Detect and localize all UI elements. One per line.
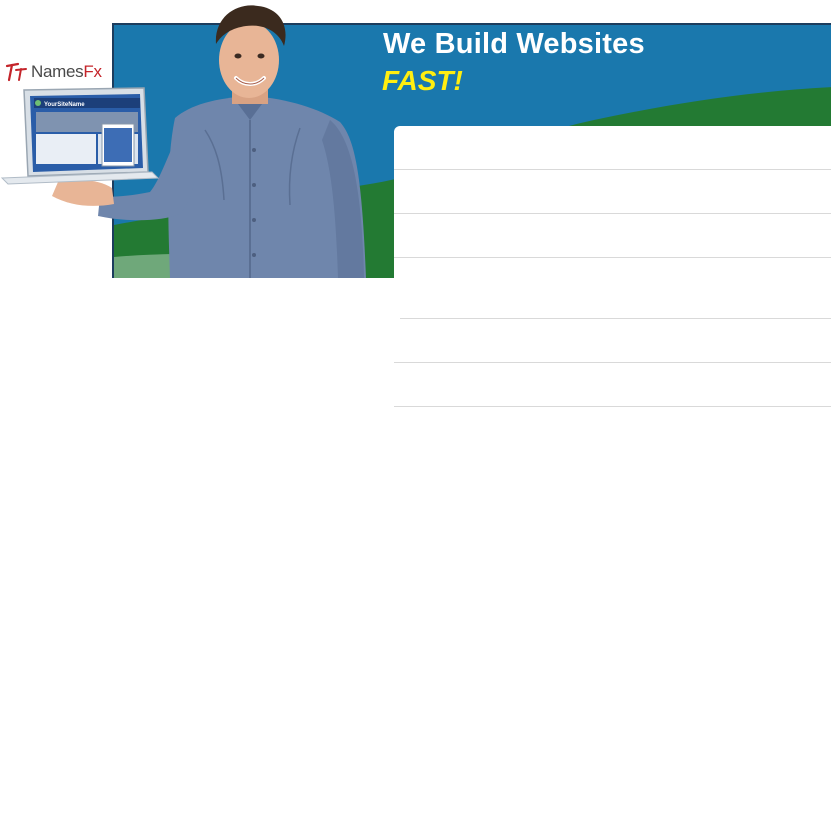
list-item <box>394 319 831 363</box>
list-item <box>394 126 831 170</box>
laptop-image: YourSiteName <box>0 87 160 185</box>
feature-list <box>394 126 831 407</box>
list-item <box>394 363 831 407</box>
namesfx-logo[interactable]: NamesFx <box>4 60 102 84</box>
list-item <box>400 258 831 319</box>
hero-tagline: FAST! <box>382 65 463 96</box>
brand-name-main: Names <box>31 62 84 81</box>
laptop-site-title: YourSiteName <box>44 102 85 108</box>
brand-name: NamesFx <box>31 62 102 82</box>
list-item <box>394 170 831 214</box>
brand-name-suffix: Fx <box>83 62 102 81</box>
namesfx-logo-icon <box>5 62 27 82</box>
hero-headline: We Build Websites <box>383 28 645 60</box>
list-item <box>394 214 831 258</box>
